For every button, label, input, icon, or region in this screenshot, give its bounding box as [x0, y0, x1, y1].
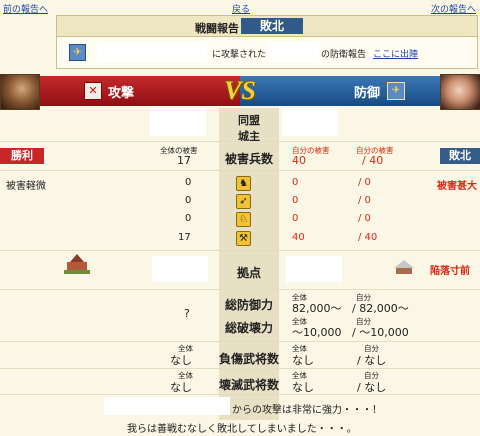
footer-attacker-blank: [104, 397, 230, 415]
attacker-base-blank: [152, 256, 208, 282]
injured-total-value: なし: [292, 354, 314, 367]
attacker-unit-0: 0: [185, 177, 192, 188]
defender-unit-0-own: / 0: [358, 177, 371, 188]
prev-report-link[interactable]: 前の報告へ: [3, 2, 48, 15]
destroyed-own-value: / なし: [357, 381, 387, 394]
attacker-power-unknown: ?: [184, 307, 190, 320]
defender-base-status: 陥落寸前: [430, 266, 470, 277]
attacker-injured-value: なし: [170, 354, 192, 367]
footer-line-1: からの攻撃は非常に強力・・・！: [232, 405, 382, 416]
attacker-unit-1: 0: [185, 195, 192, 206]
destroyed-total-value: なし: [292, 381, 314, 394]
attacker-castle-icon: [64, 254, 90, 274]
defense-message-icon: ✈: [69, 44, 86, 61]
report-header: 戦闘報告 敗北 ✈ に攻撃された の防衛報告 ここに出陣: [56, 15, 478, 69]
injured-own-value: / なし: [357, 354, 387, 367]
attacker-unit-2: 0: [185, 213, 192, 224]
result-badge: 敗北: [241, 18, 303, 34]
break-total-value: 〜10,000: [292, 326, 342, 339]
attacker-result-badge: 勝利: [0, 148, 44, 164]
defender-total-damage: 40: [292, 154, 306, 167]
defender-alliance-blank: [282, 108, 338, 136]
defender-unit-0-total: 0: [292, 177, 299, 188]
defender-avatar: [440, 74, 480, 110]
attacker-avatar: [0, 74, 40, 110]
attacker-total-damage: 17: [177, 154, 191, 167]
defender-damage-desc: 被害甚大: [437, 181, 477, 192]
defender-unit-2-own: / 0: [358, 213, 371, 224]
sortie-link[interactable]: ここに出陣: [373, 47, 418, 60]
def-total-value: 82,000〜: [292, 302, 342, 315]
bow-unit-icon: ➶: [236, 194, 251, 209]
total-break-label: 総破壊力: [224, 321, 273, 335]
total-defense-label: 総防御力: [224, 298, 273, 312]
attack-icon: ✕: [84, 82, 102, 100]
message-text: に攻撃された: [212, 50, 267, 60]
defender-base-blank: [286, 256, 342, 282]
attacker-unit-3: 17: [178, 232, 191, 243]
next-report-link[interactable]: 次の報告へ: [431, 2, 476, 15]
injured-generals-label: 負傷武将数: [219, 352, 280, 366]
defender-own-damage: / 40: [362, 154, 384, 167]
attacker-alliance-blank: [150, 108, 206, 136]
defender-unit-1-total: 0: [292, 195, 299, 206]
vs-emblem: VS: [200, 76, 280, 106]
footer-line-2: 我らは善戦むなしく敗北してしまいました・・・。: [127, 424, 357, 435]
destroyed-generals-label: 壊滅武将数: [219, 378, 280, 392]
back-link[interactable]: 戻る: [232, 2, 250, 15]
attacker-name-blank: [97, 42, 207, 62]
attack-label: 攻撃: [108, 86, 135, 101]
target-name-blank: [267, 42, 319, 62]
spear-unit-icon: ♞: [236, 176, 251, 191]
def-own-value: / 82,000〜: [352, 302, 409, 315]
defender-unit-2-total: 0: [292, 213, 299, 224]
defender-unit-3-own: / 40: [358, 232, 378, 243]
defender-unit-1-own: / 0: [358, 195, 371, 206]
defense-label: 防御: [354, 86, 381, 101]
vs-text: VS: [224, 76, 256, 105]
damage-troops-label: 被害兵数: [224, 152, 273, 166]
siege-unit-icon: ⚒: [236, 231, 251, 246]
message-end-text: の防衛報告: [321, 50, 367, 60]
defense-icon: ✈: [387, 82, 405, 100]
page-title: 戦闘報告: [195, 22, 239, 35]
attacker-destroyed-value: なし: [170, 381, 192, 394]
cavalry-unit-icon: ♘: [236, 212, 251, 227]
base-label: 拠点: [236, 266, 261, 280]
defender-result-badge: 敗北: [440, 148, 480, 164]
break-own-value: / 〜10,000: [352, 326, 409, 339]
attacker-damage-desc: 被害軽微: [6, 181, 46, 192]
alliance-label: 同盟: [238, 114, 260, 127]
defender-unit-3-total: 40: [292, 232, 305, 243]
defender-base-icon: [392, 258, 416, 276]
